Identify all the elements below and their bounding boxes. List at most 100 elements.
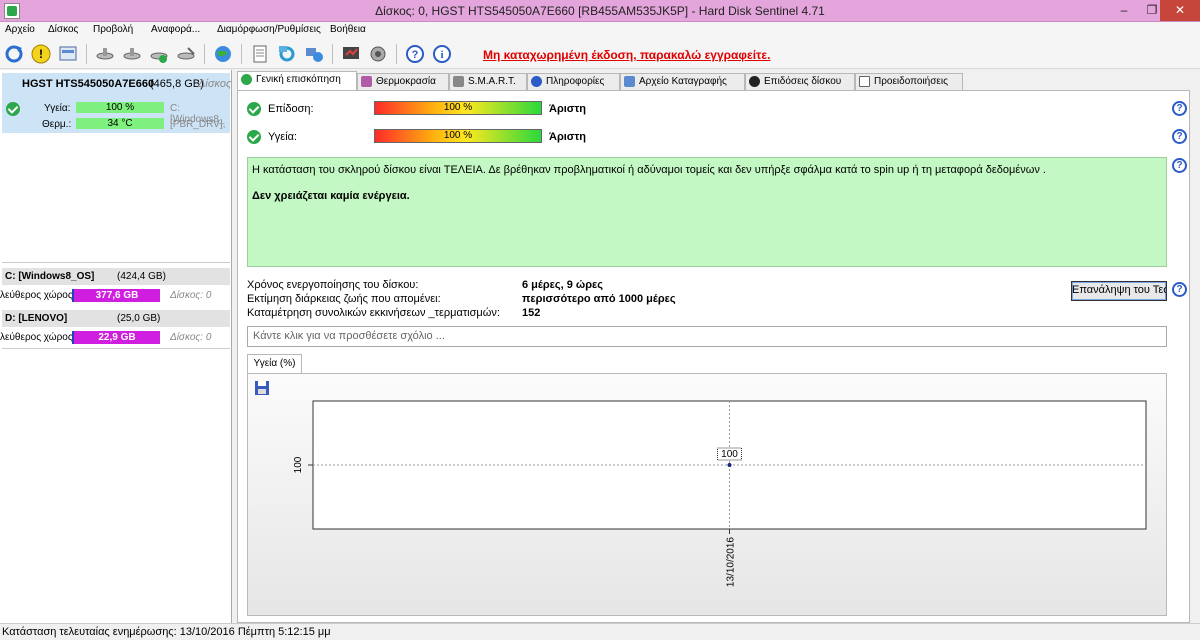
satellite-tools-icon[interactable] <box>175 43 197 65</box>
info-icon[interactable]: i <box>431 43 453 65</box>
tab-label: Προειδοποιήσεις <box>874 76 948 87</box>
svg-text:!: ! <box>39 47 43 61</box>
toolbar: ! ? i Μη καταχωρημένη έκδοση, παρακαλώ ε… <box>0 39 1200 69</box>
x-tick-label: 13/10/2016 <box>726 537 737 587</box>
disk-report-icon[interactable] <box>57 43 79 65</box>
performance-bar: 100 % <box>374 101 542 115</box>
close-button[interactable]: ✕ <box>1160 0 1200 21</box>
toolbar-separator <box>332 44 333 64</box>
volume-free-row-d: λεύθερος χώρος 22,9 GB Δίσκος: 0 <box>0 331 228 345</box>
partition-label-pbr: [PBR_DRV], <box>170 119 226 130</box>
tab-label: Θερμοκρασία <box>376 76 436 87</box>
tab-health-chart[interactable]: Υγεία (%) <box>247 354 302 374</box>
ok-check-icon <box>6 102 20 116</box>
satellite-icon[interactable] <box>94 43 116 65</box>
power-on-value: 6 μέρες, 9 ώρες <box>522 279 603 291</box>
menu-disk[interactable]: Δίσκος <box>48 24 78 35</box>
health-value: 100 % <box>443 130 473 141</box>
volume-disk-ref: Δίσκος: 0 <box>170 290 212 301</box>
start-stop-value: 152 <box>522 307 541 319</box>
disk-temp-bar: 34 °C <box>76 118 164 129</box>
power-on-label: Χρόνος ενεργοποίησης του δίσκου: <box>247 279 419 291</box>
svg-text:?: ? <box>412 49 419 61</box>
registration-link[interactable]: Μη καταχωρημένη έκδοση, παρακαλώ εγγραφε… <box>483 48 770 62</box>
tab-smart[interactable]: S.M.A.R.T. <box>449 73 527 90</box>
tab-alerts[interactable]: Προειδοποιήσεις <box>855 73 963 90</box>
test-icon[interactable] <box>340 43 362 65</box>
performance-rating: Άριστη <box>549 103 586 115</box>
disk-name: HGST HTS545050A7E660 <box>22 78 155 90</box>
last-update-status: Κατάσταση τελευταίας ενημέρωσης: 13/10/2… <box>2 626 331 638</box>
satellite-check-icon[interactable] <box>148 43 170 65</box>
tab-overview[interactable]: Γενική επισκόπηση <box>237 71 357 91</box>
disk-card[interactable]: HGST HTS545050A7E660 (465,8 GB) Δίσκος Υ… <box>2 73 232 259</box>
tab-label: Αρχείο Καταγραφής <box>639 76 727 87</box>
volume-header-c[interactable]: C: [Windows8_OS] (424,4 GB) <box>2 268 230 285</box>
log-icon <box>624 76 635 87</box>
menu-configuration[interactable]: Διαμόρφωση/Ρυθμίσεις <box>217 24 321 35</box>
tab-label: Γενική επισκόπηση <box>256 74 341 85</box>
sync-icon[interactable] <box>276 43 298 65</box>
tab-disk-performance[interactable]: Επιδόσεις δίσκου <box>745 73 855 90</box>
lifetime-value: περισσότερο από 1000 μέρες <box>522 293 676 305</box>
disk-health-value: 100 % <box>105 102 135 113</box>
health-rating: Άριστη <box>549 131 586 143</box>
warning-icon[interactable]: ! <box>30 43 52 65</box>
help-icon[interactable]: ? <box>1172 158 1187 173</box>
ok-check-icon <box>247 130 261 144</box>
start-stop-label: Καταμέτρηση συνολικών εκκινήσεων _τερματ… <box>247 307 500 319</box>
thermometer-icon <box>361 76 372 87</box>
health-chart-panel: 100 13/10/2016 100 <box>247 373 1167 616</box>
help-icon[interactable]: ? <box>1172 282 1187 297</box>
refresh-icon[interactable] <box>3 43 25 65</box>
toolbar-separator <box>241 44 242 64</box>
tab-temperature[interactable]: Θερμοκρασία <box>357 73 449 90</box>
smart-icon <box>453 76 464 87</box>
repeat-test-button[interactable]: Επανάληψη του Τεστ <box>1071 281 1167 301</box>
disk-temp-value: 34 °C <box>107 118 133 129</box>
menu-help[interactable]: Βοήθεια <box>330 24 366 35</box>
disk-list-panel: HGST HTS545050A7E660 (465,8 GB) Δίσκος Υ… <box>0 70 232 623</box>
sound-icon[interactable] <box>367 43 389 65</box>
menu-bar: Αρχείο Δίσκος Προβολή Αναφορά... Διαμόρφ… <box>0 22 1200 39</box>
toolbar-separator <box>396 44 397 64</box>
lifetime-label: Εκτίμηση διάρκειας ζωής που απομένει: <box>247 293 441 305</box>
free-space-label: λεύθερος χώρος <box>0 290 73 301</box>
volume-name: C: [Windows8_OS] <box>5 271 95 282</box>
globe-icon[interactable] <box>212 43 234 65</box>
alert-page-icon <box>859 76 870 87</box>
document-icon[interactable] <box>249 43 271 65</box>
comment-input[interactable]: Κάντε κλικ για να προσθέσετε σχόλιο ... <box>247 326 1167 347</box>
disk-temp-label: Θερμ.: <box>42 119 72 130</box>
disk-health-label: Υγεία: <box>44 103 71 114</box>
menu-view[interactable]: Προβολή <box>93 24 133 35</box>
health-chart: 100 13/10/2016 100 <box>293 400 1147 587</box>
data-label: 100 <box>721 449 738 460</box>
network-icon[interactable] <box>303 43 325 65</box>
health-bar: 100 % <box>374 129 542 143</box>
volume-header-d[interactable]: D: [LENOVO] (25,0 GB) <box>2 310 230 327</box>
menu-report[interactable]: Αναφορά... <box>151 24 200 35</box>
overview-panel: Επίδοση: 100 % Άριστη ? Υγεία: 100 % Άρι… <box>237 90 1190 623</box>
tab-strip: Γενική επισκόπηση Θερμοκρασία S.M.A.R.T.… <box>237 71 1200 91</box>
info-icon <box>531 76 542 87</box>
minimize-button[interactable]: – <box>1110 0 1138 21</box>
tab-log[interactable]: Αρχείο Καταγραφής <box>620 73 745 90</box>
disk-extra-label: Δίσκος <box>198 78 232 90</box>
menu-file[interactable]: Αρχείο <box>5 24 35 35</box>
toolbar-separator <box>86 44 87 64</box>
tab-information[interactable]: Πληροφορίες <box>527 73 620 90</box>
help-icon[interactable]: ? <box>1172 129 1187 144</box>
help-icon[interactable]: ? <box>1172 101 1187 116</box>
volume-size: (424,4 GB) <box>117 271 166 282</box>
panel-divider <box>2 348 230 349</box>
disk-card-header: HGST HTS545050A7E660 (465,8 GB) Δίσκος Υ… <box>2 73 232 133</box>
performance-label: Επίδοση: <box>268 103 314 115</box>
tab-label: Πληροφορίες <box>546 76 605 87</box>
ok-check-icon <box>247 102 261 116</box>
window-title: Δίσκος: 0, HGST HTS545050A7E660 [RB455AM… <box>375 4 825 18</box>
tab-label: S.M.A.R.T. <box>468 76 516 87</box>
satellite-alt-icon[interactable] <box>121 43 143 65</box>
disk-size: (465,8 GB) <box>150 78 204 90</box>
help-icon[interactable]: ? <box>404 43 426 65</box>
